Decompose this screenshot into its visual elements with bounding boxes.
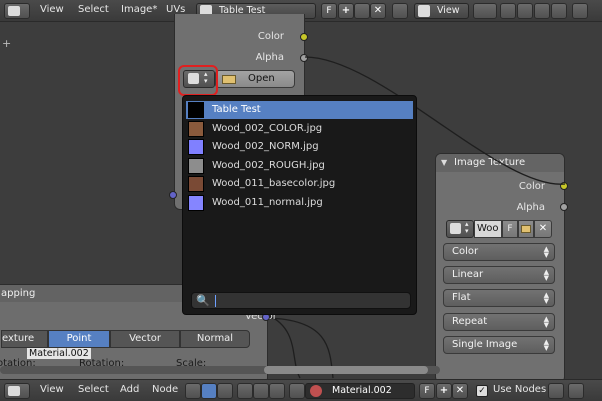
popup-item[interactable]: Wood_002_ROUGH.jpg	[186, 157, 413, 175]
popup-item[interactable]: Wood_011_normal.jpg	[186, 194, 413, 212]
tab-texture[interactable]: exture	[1, 330, 48, 348]
menu-select[interactable]: Select	[78, 384, 109, 395]
popup-item-label: Wood_011_basecolor.jpg	[212, 178, 336, 189]
use-nodes-label[interactable]: Use Nodes	[493, 384, 546, 395]
brush-icon[interactable]	[269, 383, 285, 399]
linestyle-icon[interactable]	[289, 383, 305, 399]
tab-normal[interactable]: Normal	[180, 330, 250, 348]
popup-item[interactable]: Table Test	[186, 101, 413, 119]
menu-add[interactable]: Add	[120, 384, 139, 395]
popup-search-field[interactable]: 🔍	[191, 292, 411, 309]
popup-item[interactable]: Wood_002_COLOR.jpg	[186, 120, 413, 138]
node-title: apping	[1, 288, 36, 299]
material-icon	[310, 385, 322, 397]
menu-node[interactable]: Node	[152, 384, 178, 395]
scrollbar-thumb[interactable]	[264, 366, 428, 374]
menu-view[interactable]: View	[40, 384, 64, 395]
unlink-material-icon[interactable]: ✕	[452, 383, 468, 399]
object-shader-icon[interactable]	[201, 383, 217, 399]
image-thumbnail-icon	[188, 102, 204, 118]
fake-user-button[interactable]: F	[419, 383, 435, 399]
image-browse-popup: Table Test Wood_002_COLOR.jpg Wood_002_NOR…	[182, 95, 417, 315]
backdrop-icon[interactable]	[548, 383, 564, 399]
material-name: Material.002	[332, 385, 392, 396]
image-thumbnail-icon	[188, 157, 204, 174]
text-cursor	[215, 295, 216, 307]
node-editor-icon	[8, 386, 20, 396]
image-thumbnail-icon	[188, 194, 204, 211]
image-thumbnail-icon	[188, 139, 204, 155]
new-material-icon[interactable]: +	[436, 383, 452, 399]
mapping-type-tabs: exture Point Vector Normal	[1, 330, 257, 348]
parent-node-icon[interactable]	[568, 383, 584, 399]
object-icon[interactable]	[237, 383, 253, 399]
material-name-field[interactable]: Material.002	[305, 383, 415, 399]
popup-item-label: Wood_002_NORM.jpg	[212, 141, 319, 152]
popup-item-label: Wood_011_normal.jpg	[212, 196, 323, 208]
world-shader-icon[interactable]	[217, 383, 233, 399]
tab-vector[interactable]: Vector	[110, 330, 180, 348]
image-thumbnail-icon	[188, 120, 204, 137]
editor-type-button[interactable]	[4, 383, 30, 399]
material-slot-icon[interactable]	[253, 383, 269, 399]
popup-item[interactable]: Wood_011_basecolor.jpg	[186, 175, 413, 193]
search-icon: 🔍	[196, 294, 210, 307]
image-thumbnail-icon	[188, 176, 204, 192]
popup-item-label: Wood_002_COLOR.jpg	[212, 122, 323, 134]
popup-item-label: Table Test	[212, 104, 261, 115]
popup-item[interactable]: Wood_002_NORM.jpg	[186, 138, 413, 156]
shader-nodes-icon[interactable]	[185, 383, 201, 399]
node-editor-header: View Select Add Node Material.002 F + ✕ …	[0, 379, 602, 401]
popup-item-label: Wood_002_ROUGH.jpg	[212, 159, 325, 171]
tab-point[interactable]: Point	[48, 330, 110, 348]
use-nodes-checkbox[interactable]: ✓	[476, 385, 488, 397]
